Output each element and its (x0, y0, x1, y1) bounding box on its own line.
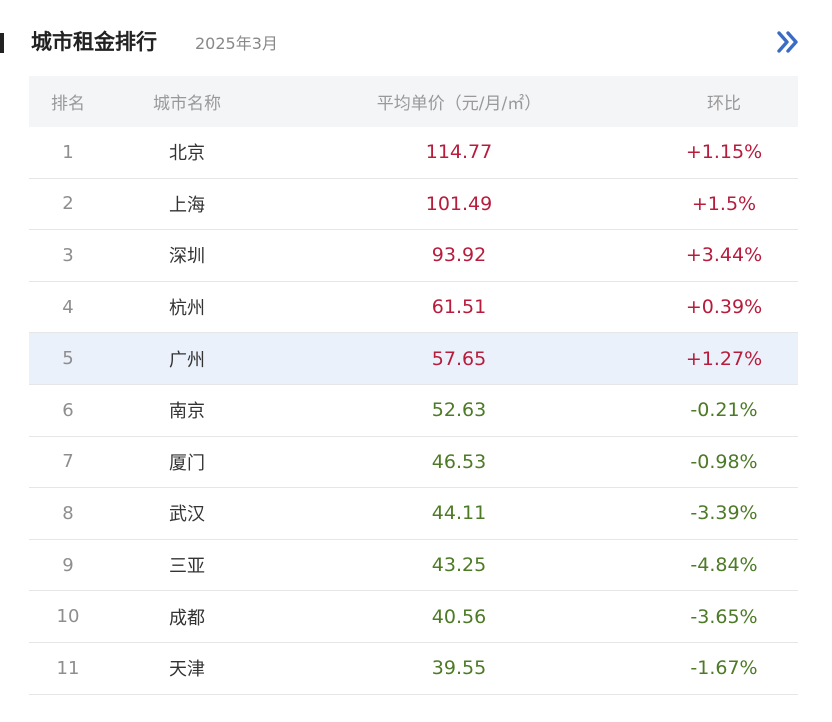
price-cell: 43.25 (431, 554, 487, 577)
rank-cell: 7 (62, 451, 74, 473)
city-cell: 三亚 (169, 556, 205, 578)
rank-cell: 10 (56, 606, 80, 628)
price-cell: 93.92 (431, 244, 487, 267)
table-row[interactable]: 1 北京 114.77 +1.15% (29, 127, 798, 179)
change-cell: +1.27% (685, 347, 763, 370)
price-cell: 44.11 (431, 502, 487, 525)
card-title: 城市租金排行 (31, 30, 157, 54)
double-chevron-right-icon (777, 31, 798, 53)
city-cell: 杭州 (169, 298, 205, 320)
city-cell: 南京 (169, 401, 205, 423)
table-row[interactable]: 7 厦门 46.53 -0.98% (29, 436, 798, 489)
table-header-row: 排名 城市名称 平均单价（元/月/㎡） 环比 (29, 76, 798, 127)
price-cell: 101.49 (425, 192, 493, 215)
price-cell: 39.55 (431, 657, 487, 680)
more-link[interactable] (772, 26, 804, 58)
city-cell: 北京 (169, 143, 205, 165)
change-cell: -3.65% (690, 605, 758, 628)
rank-cell: 9 (62, 554, 74, 576)
change-cell: -4.84% (690, 554, 758, 577)
change-cell: -1.67% (690, 657, 758, 680)
rank-cell: 11 (56, 657, 80, 679)
rank-cell: 1 (62, 141, 74, 163)
card-header: 城市租金排行 2025年3月 (0, 24, 832, 62)
table-row[interactable]: 11 天津 39.55 -1.67% (29, 642, 798, 695)
change-cell: +1.15% (685, 141, 763, 164)
city-cell: 深圳 (169, 246, 205, 268)
city-cell: 厦门 (169, 452, 205, 474)
price-cell: 46.53 (431, 450, 487, 473)
price-cell: 114.77 (425, 141, 493, 164)
change-cell: +0.39% (685, 296, 763, 319)
city-cell: 上海 (169, 194, 205, 216)
title-accent-bar (0, 33, 4, 53)
table-row[interactable]: 10 成都 40.56 -3.65% (29, 591, 798, 643)
price-cell: 52.63 (431, 399, 487, 422)
change-cell: +3.44% (685, 244, 763, 267)
change-cell: -3.39% (690, 502, 758, 525)
rent-ranking-table: 排名 城市名称 平均单价（元/月/㎡） 环比 1 北京 114.77 +1.15% 2 上… (29, 76, 798, 695)
price-cell: 61.51 (431, 296, 487, 319)
column-header-city: 城市名称 (153, 94, 221, 114)
price-cell: 40.56 (431, 605, 487, 628)
city-rent-ranking-card: 城市租金排行 2025年3月 排名 城市名称 平均单价（元/月/㎡） 环比 1 北… (0, 0, 832, 722)
table-body: 1 北京 114.77 +1.15% 2 上海 101.49 +1.5% 3 深圳 93.92 +3.… (29, 127, 798, 695)
table-row[interactable]: 3 深圳 93.92 +3.44% (29, 230, 798, 282)
change-cell: -0.98% (690, 450, 758, 473)
change-cell: +1.5% (691, 192, 757, 215)
rank-cell: 3 (62, 244, 74, 266)
city-cell: 成都 (169, 607, 205, 629)
city-cell: 武汉 (169, 504, 205, 526)
rank-cell: 5 (62, 348, 74, 370)
table-row[interactable]: 9 三亚 43.25 -4.84% (29, 539, 798, 592)
rank-cell: 4 (62, 296, 74, 318)
rank-cell: 6 (62, 399, 74, 421)
table-row[interactable]: 4 杭州 61.51 +0.39% (29, 281, 798, 334)
rank-cell: 2 (62, 193, 74, 215)
card-date: 2025年3月 (195, 34, 278, 53)
city-cell: 天津 (169, 659, 205, 681)
change-cell: -0.21% (690, 399, 758, 422)
city-cell: 广州 (169, 349, 205, 371)
column-header-price: 平均单价（元/月/㎡） (376, 94, 542, 114)
price-cell: 57.65 (431, 347, 487, 370)
table-row[interactable]: 5 广州 57.65 +1.27% (29, 333, 798, 385)
column-header-rank: 排名 (51, 94, 85, 114)
table-row[interactable]: 8 武汉 44.11 -3.39% (29, 488, 798, 540)
rank-cell: 8 (62, 502, 74, 524)
table-row[interactable]: 6 南京 52.63 -0.21% (29, 384, 798, 437)
column-header-change: 环比 (707, 94, 741, 114)
table-row[interactable]: 2 上海 101.49 +1.5% (29, 178, 798, 231)
